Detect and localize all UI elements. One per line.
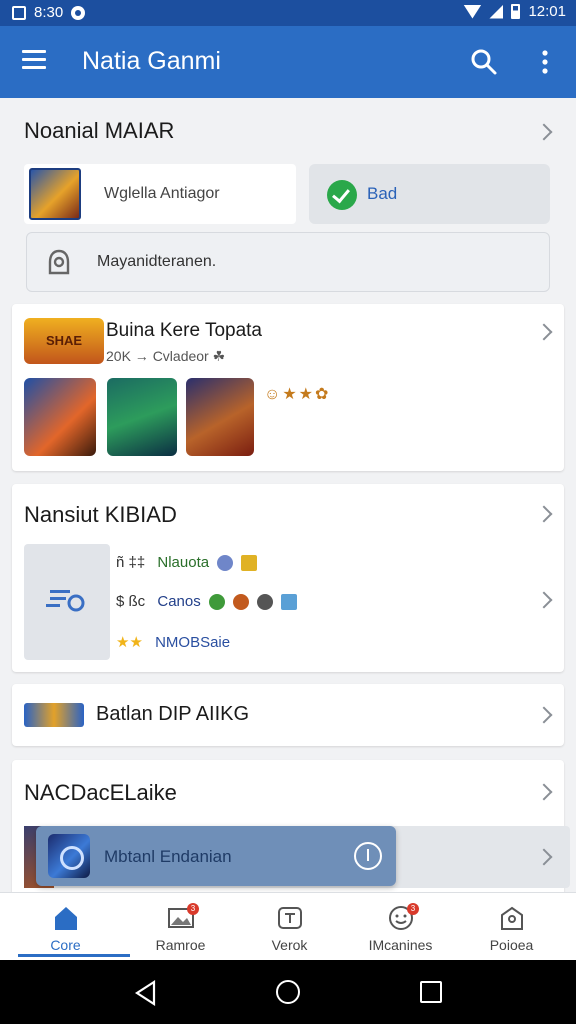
list-row[interactable]: ★★ NMOBSaie <box>116 633 230 651</box>
profile-icon <box>501 906 523 930</box>
promo-logo <box>24 703 84 727</box>
app-title: Natia Ganmi <box>82 47 221 75</box>
nav-label: Poioea <box>489 937 534 953</box>
nav-label: Core <box>50 937 81 953</box>
nav-item-poioea[interactable]: Poioea <box>454 893 569 961</box>
notification-badge: 3 <box>407 903 419 915</box>
status-left: 8:30 <box>12 4 86 21</box>
status-time-right: 12:01 <box>528 3 566 20</box>
row-text: NMOBSaie <box>155 634 231 651</box>
game-card[interactable]: SHAE Buina Kere Topata 20K → Cvladeor ☘ … <box>12 304 564 471</box>
game-thumbnail[interactable] <box>24 378 96 456</box>
app-thumbnail <box>29 168 81 220</box>
list-row[interactable]: $ ßc Canos <box>116 593 298 611</box>
card-title: Batlan DIP AIIKG <box>96 703 250 725</box>
menu-icon <box>22 50 46 53</box>
game-thumbnail[interactable] <box>186 378 254 456</box>
account-icon <box>48 249 70 275</box>
row-symbols: ñ ‡‡ <box>116 554 146 571</box>
app-bar: Natia Ganmi <box>0 26 576 98</box>
nav-label: Verok <box>271 937 308 953</box>
nav-label: Ramroe <box>155 937 206 953</box>
wifi-icon <box>463 4 482 19</box>
card-title: Buina Kere Topata <box>106 320 262 341</box>
nav-item-ramroe[interactable]: 3 Ramroe <box>123 893 238 961</box>
back-icon[interactable] <box>134 980 158 1006</box>
row-symbols: $ ßc <box>116 593 146 610</box>
snackbar[interactable]: Mbtanl Endanian <box>36 826 396 886</box>
nav-label: IMcanines <box>368 937 433 953</box>
star-icons: ★★ <box>116 634 143 651</box>
notification-icon <box>71 5 86 20</box>
featured-app-tile[interactable]: Wglella Antiagor <box>24 164 296 224</box>
list-row[interactable]: ñ ‡‡ Nlauota <box>116 554 258 572</box>
section-title: Noanial MAIAR <box>24 118 175 143</box>
badge-icon <box>257 594 274 611</box>
nav-item-verok[interactable]: Verok <box>232 893 347 961</box>
status-bar: 8:30 12:01 <box>0 0 576 26</box>
recents-icon[interactable] <box>420 981 442 1003</box>
more-vert-icon[interactable] <box>532 48 558 76</box>
card-title: Nansiut KIBIAD <box>24 502 177 527</box>
card-title: NACDacELaike <box>24 780 177 805</box>
signal-icon <box>489 4 504 19</box>
system-navigation <box>0 960 576 1024</box>
notification-badge: 3 <box>187 903 199 915</box>
status-chip[interactable]: Bad <box>309 164 550 224</box>
preview-box[interactable] <box>24 544 110 660</box>
snackbar-label: Mbtanl Endanian <box>104 847 232 866</box>
search-list-icon <box>46 590 85 612</box>
badge-icon <box>241 555 258 572</box>
nav-item-imcanines[interactable]: 3 IMcanines <box>343 893 458 961</box>
gallery-icon <box>12 5 26 20</box>
status-time-left: 8:30 <box>34 4 64 21</box>
home-button-icon[interactable] <box>276 980 300 1004</box>
section-header-1: Noanial MAIAR Wglella Antiagor Bad Mayan… <box>0 98 576 298</box>
tile-label: Wglella Antiagor <box>104 185 220 202</box>
card-meta: 20K → Cvladeor ☘ <box>106 348 226 364</box>
check-circle-icon <box>327 180 357 210</box>
menu-button[interactable] <box>22 50 52 74</box>
chevron-right-icon[interactable] <box>535 123 553 141</box>
chevron-right-icon[interactable] <box>535 323 553 341</box>
chevron-right-icon[interactable] <box>535 783 553 801</box>
chevron-right-icon[interactable] <box>535 591 553 609</box>
badge-icon <box>233 594 250 611</box>
chip-label: Bad <box>367 184 398 203</box>
search-field[interactable]: Mayanidteranen. <box>26 232 550 292</box>
row-text: Canos <box>157 593 201 610</box>
game-thumbnail[interactable] <box>107 378 177 456</box>
app-icon <box>48 834 90 878</box>
battery-icon <box>511 4 521 19</box>
badge-icon <box>281 594 298 611</box>
game-logo: SHAE <box>24 318 104 364</box>
list-card: Nansiut KIBIAD ñ ‡‡ Nlauota $ ßc Canos ★… <box>12 484 564 672</box>
info-icon[interactable] <box>354 842 382 870</box>
home-icon <box>55 907 77 930</box>
row-text: Nlauota <box>157 554 210 571</box>
nav-item-core[interactable]: Core <box>8 893 130 961</box>
active-indicator <box>18 954 130 957</box>
search-icon[interactable] <box>470 48 498 76</box>
rating-emojis: ☺★★✿ <box>264 386 331 403</box>
status-right: 12:01 <box>463 3 566 20</box>
tv-icon <box>278 907 302 929</box>
badge-icon <box>208 594 225 611</box>
search-placeholder: Mayanidteranen. <box>97 253 217 270</box>
promo-card[interactable]: Batlan DIP AIIKG <box>12 684 564 746</box>
badge-icon <box>217 555 234 572</box>
chevron-right-icon[interactable] <box>535 505 553 523</box>
chevron-right-icon[interactable] <box>535 706 553 724</box>
bottom-navigation: Core 3 Ramroe Verok 3 IMcanines Poioea <box>0 892 576 960</box>
